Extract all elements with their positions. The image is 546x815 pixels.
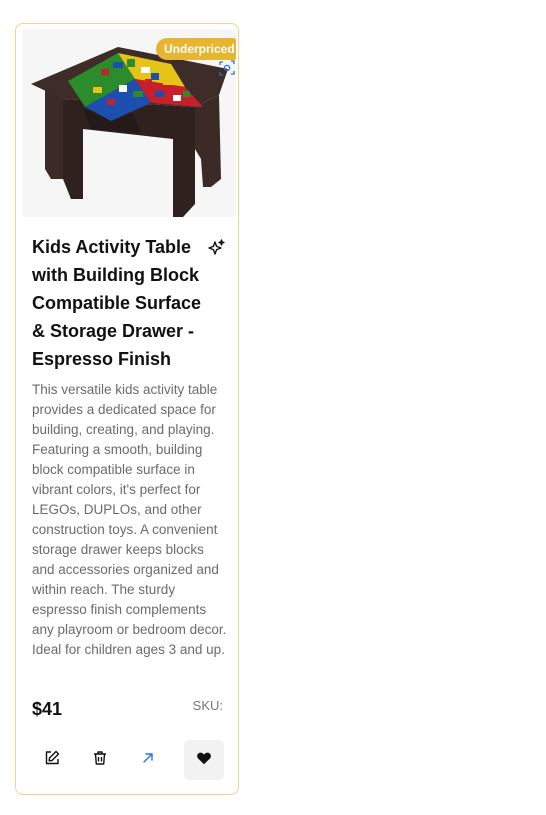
delete-button[interactable] [80,740,120,780]
heart-icon [196,750,212,771]
open-link-button[interactable] [128,740,168,780]
favorite-button[interactable] [184,740,224,780]
sku-label: SKU: [192,698,223,713]
product-title: Kids Activity Table with Building Block … [32,237,202,369]
trash-icon [92,750,108,771]
edit-icon [44,750,60,771]
product-image[interactable]: Underpriced [23,29,236,217]
scan-icon[interactable] [219,60,235,76]
product-price: $41 [32,699,63,719]
underpriced-badge: Underpriced [156,38,236,60]
product-description: This versatile kids activity table provi… [32,382,227,657]
sparkle-icon[interactable] [206,238,226,258]
product-card: Underpriced Kids Activity Table with Bui… [15,23,239,795]
external-link-icon [141,751,155,770]
edit-button[interactable] [32,740,72,780]
card-actions [32,740,224,780]
